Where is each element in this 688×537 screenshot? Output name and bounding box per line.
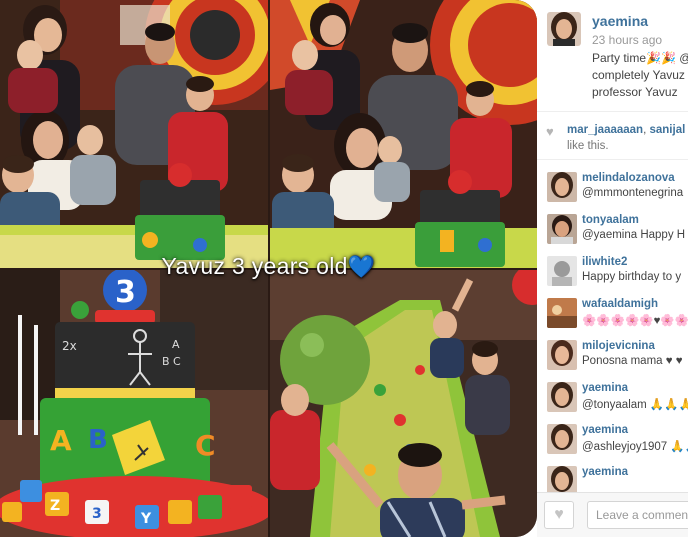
comment-text: 🌸🌸🌸🌸🌸♥🌸🌸🌸 <box>582 315 688 327</box>
svg-text:B C: B C <box>162 355 181 368</box>
likes-summary: ♥ mar_jaaaaaan, sanijal like this. <box>537 112 688 160</box>
avatar[interactable] <box>547 424 577 454</box>
heart-icon: ♥ <box>546 124 554 139</box>
comment-username[interactable]: tonyaalam <box>582 214 639 226</box>
avatar[interactable] <box>547 382 577 412</box>
comment-text: @tonyaalam 🙏🙏🙏 <box>582 399 688 411</box>
post-timestamp: 23 hours ago <box>592 33 663 47</box>
post-header: yaemina 23 hours ago Party time🎉🎉 @r com… <box>537 0 688 112</box>
caption-line: Party time🎉🎉 @r <box>592 51 688 65</box>
comment-username[interactable]: yaemina <box>582 382 628 394</box>
comment-text: Happy birthday to y <box>582 271 682 283</box>
svg-text:A: A <box>172 338 180 351</box>
svg-text:Y: Y <box>140 511 152 527</box>
avatar[interactable] <box>547 340 577 370</box>
comment-username[interactable]: wafaaldamigh <box>582 298 658 310</box>
post-photo[interactable]: 3 2x A B C A B C Z 3 Y Yavuz 3 years old… <box>0 0 537 537</box>
comment-bar: ♥ <box>537 492 688 537</box>
caption-line: completely Yavuz <box>592 68 685 82</box>
comment-username[interactable]: melindalozanova <box>582 172 675 184</box>
photo-tile-family-top-left <box>0 0 268 268</box>
post-sidebar: yaemina 23 hours ago Party time🎉🎉 @r com… <box>537 0 688 537</box>
photo-tile-party-table <box>270 270 537 537</box>
comment-text: @ashleyjoy1907 🙏🙏 <box>582 441 688 453</box>
comment-username[interactable]: yaemina <box>582 424 628 436</box>
svg-text:C: C <box>195 429 216 462</box>
post-username[interactable]: yaemina <box>592 13 648 29</box>
post-caption: Party time🎉🎉 @r completely Yavuz profess… <box>592 50 688 101</box>
svg-text:2x: 2x <box>62 339 77 353</box>
heart-icon: ♥ <box>554 506 564 523</box>
avatar[interactable] <box>547 298 577 328</box>
comment-text: @mmmontenegrina <box>582 187 684 199</box>
comment-item: iliwhite2 Happy birthday to y <box>537 252 688 292</box>
caption-line: professor Yavuz <box>592 85 678 99</box>
comment-item: melindalozanova @mmmontenegrina <box>537 168 688 208</box>
comment-item: milojevicnina Ponosna mama ♥ ♥ <box>537 336 688 376</box>
comment-item: yaemina @tonyaalam 🙏🙏🙏 <box>537 378 688 418</box>
comment-username[interactable]: iliwhite2 <box>582 256 627 268</box>
photo-tile-family-top-right <box>270 0 537 268</box>
liker-link[interactable]: mar_jaaaaaan <box>567 124 643 136</box>
comment-item: tonyaalam @yaemina Happy H <box>537 210 688 250</box>
photo-tile-cake: 3 2x A B C A B C Z 3 Y <box>0 270 268 537</box>
likes-tail: like this. <box>567 140 609 152</box>
comment-username[interactable]: yaemina <box>582 466 628 478</box>
comment-item: yaemina @ashleyjoy1907 🙏🙏 <box>537 420 688 460</box>
comment-text: @yaemina Happy H <box>582 229 686 241</box>
comment-input[interactable] <box>587 501 688 529</box>
liker-link[interactable]: sanijal <box>649 124 685 136</box>
svg-text:3: 3 <box>115 275 136 310</box>
comment-text: Ponosna mama ♥ ♥ <box>582 355 683 367</box>
comment-username[interactable]: milojevicnina <box>582 340 655 352</box>
svg-text:B: B <box>88 425 108 455</box>
svg-text:A: A <box>50 424 72 457</box>
svg-text:Z: Z <box>50 498 60 514</box>
comment-item: wafaaldamigh 🌸🌸🌸🌸🌸♥🌸🌸🌸 <box>537 294 688 334</box>
avatar[interactable] <box>547 214 577 244</box>
avatar[interactable] <box>547 172 577 202</box>
svg-text:3: 3 <box>92 506 102 522</box>
avatar[interactable] <box>547 256 577 286</box>
like-button[interactable]: ♥ <box>544 501 574 529</box>
avatar[interactable] <box>547 12 581 46</box>
likes-users: mar_jaaaaaan, sanijal <box>567 124 686 136</box>
